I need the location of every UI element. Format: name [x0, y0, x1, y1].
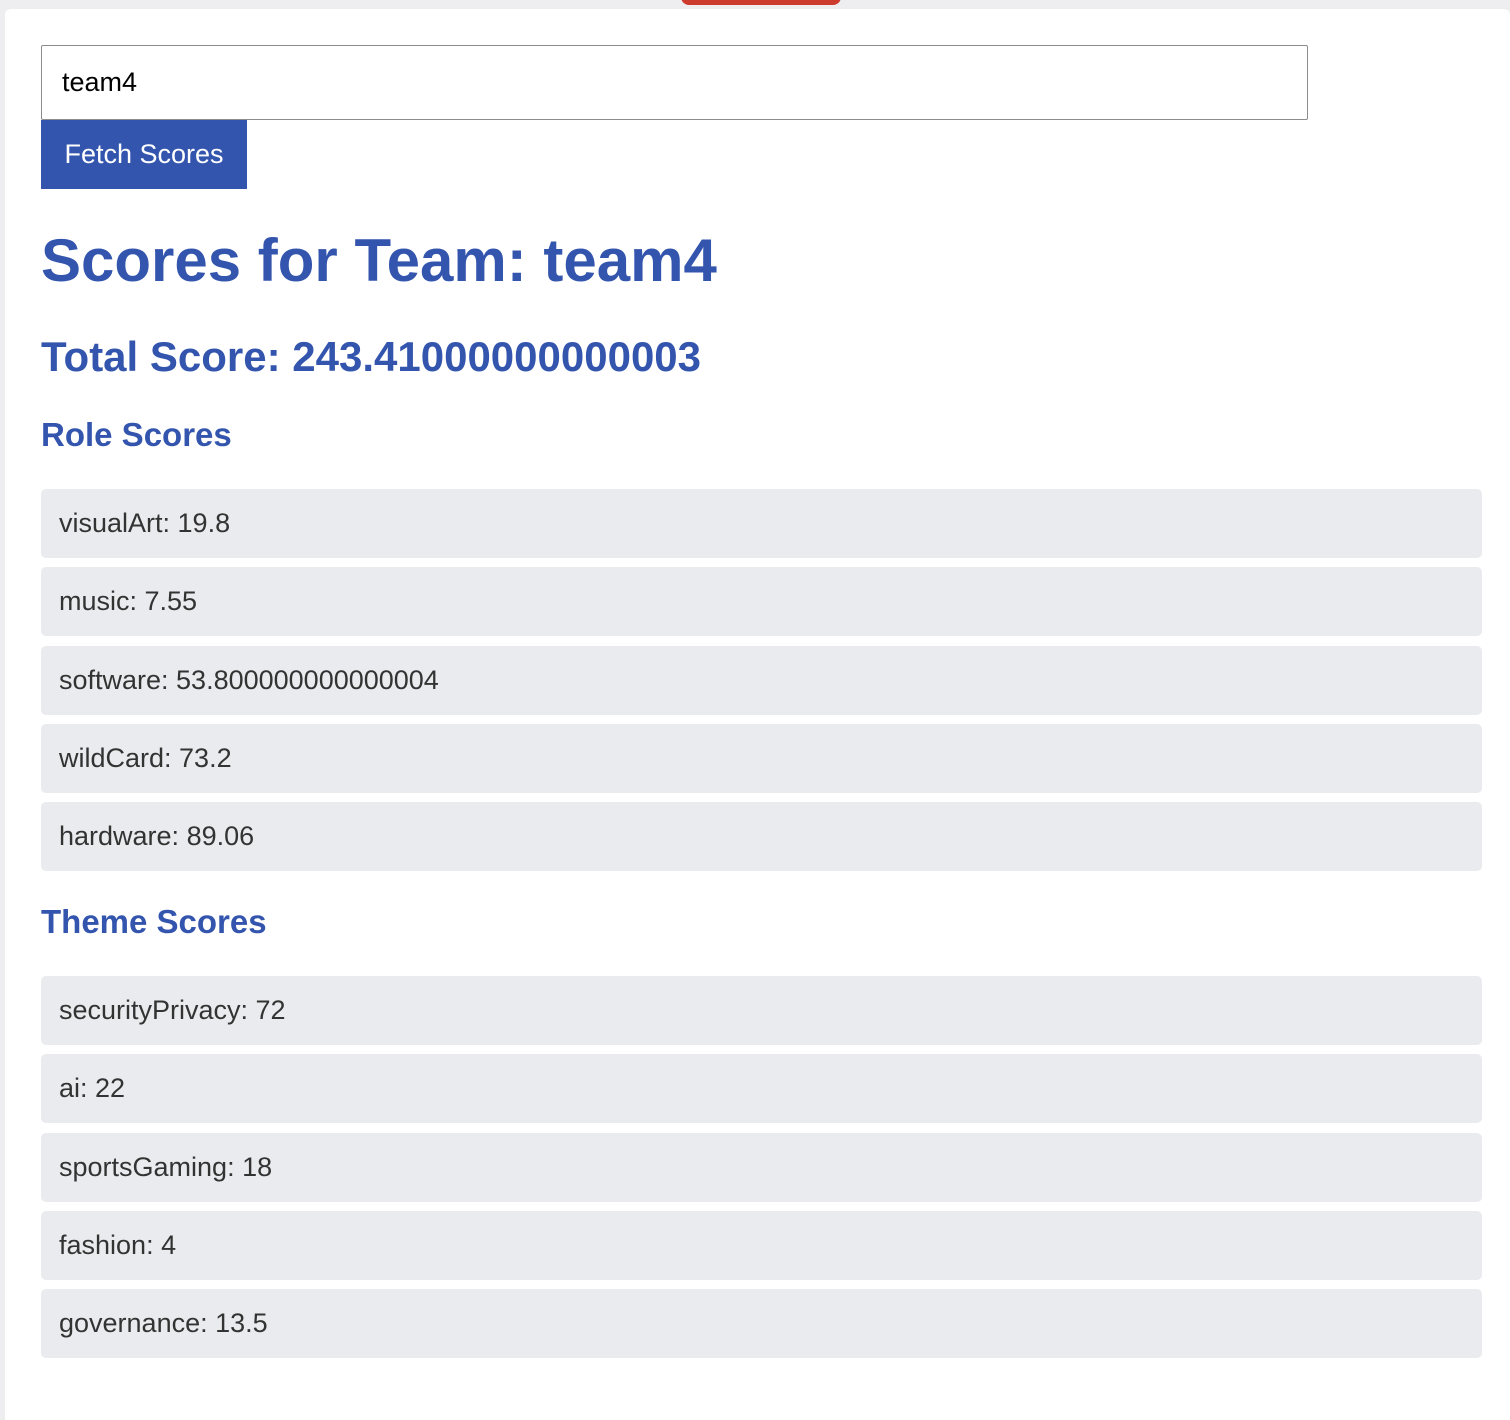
role-scores-heading: Role Scores: [41, 416, 232, 453]
theme-score-item: sportsGaming: 18: [41, 1132, 1482, 1202]
theme-score-item: fashion: 4: [41, 1210, 1482, 1280]
theme-score-item: securityPrivacy: 72: [41, 976, 1482, 1045]
role-score-item: hardware: 89.06: [41, 802, 1482, 871]
role-scores-list: visualArt: 19.8 music: 7.55 software: 53…: [41, 489, 1482, 880]
fetch-scores-button[interactable]: Fetch Scores: [41, 120, 247, 189]
team-input[interactable]: [41, 45, 1308, 120]
theme-scores-heading: Theme Scores: [41, 903, 267, 940]
theme-scores-list: securityPrivacy: 72 ai: 22 sportsGaming:…: [41, 976, 1482, 1367]
role-score-item: wildCard: 73.2: [41, 723, 1482, 793]
page-title: Scores for Team: team4: [41, 227, 717, 294]
role-score-item: visualArt: 19.8: [41, 489, 1482, 558]
theme-score-item: ai: 22: [41, 1054, 1482, 1124]
role-score-item: music: 7.55: [41, 567, 1482, 637]
total-score: Total Score: 243.41000000000003: [41, 333, 702, 380]
role-score-item: software: 53.800000000000004: [41, 645, 1482, 715]
top-tab-indicator: [681, 0, 841, 5]
theme-score-item: governance: 13.5: [41, 1289, 1482, 1358]
